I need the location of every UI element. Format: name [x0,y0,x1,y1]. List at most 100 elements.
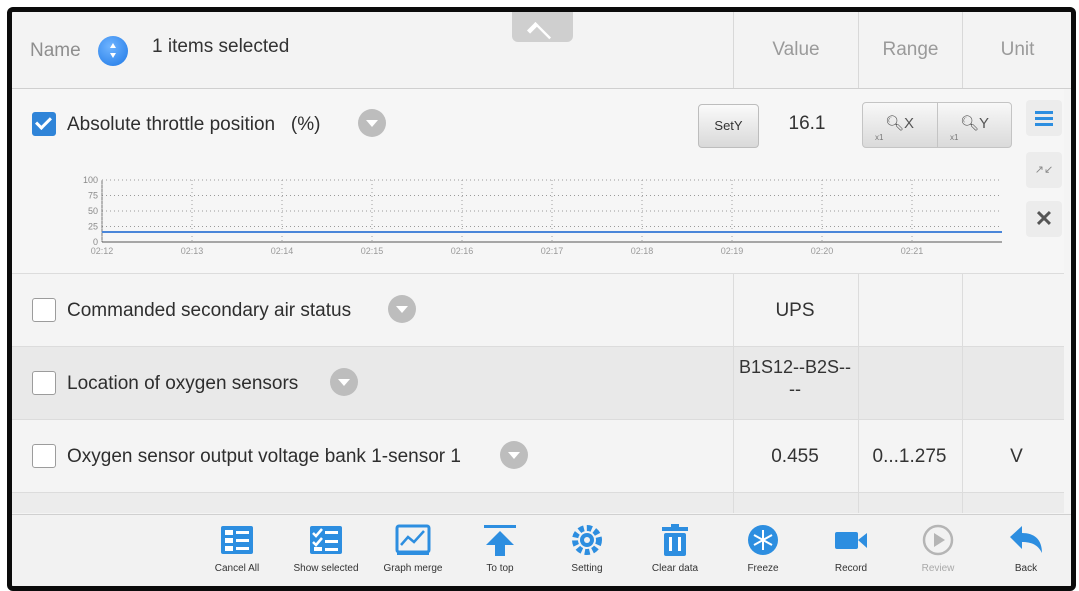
graph-merge-button[interactable]: Graph merge [372,515,454,586]
selection-count: 1 items selected [152,36,290,57]
parameter-name: Oxygen sensor output voltage bank 1-sens… [67,446,461,467]
x-tick-label: 02:19 [721,246,744,256]
parameter-name: Absolute throttle position [67,114,276,135]
zoom-x-label: X [904,115,915,132]
list-item-oxygen-voltage[interactable]: Oxygen sensor output voltage bank 1-sens… [12,420,1064,493]
setting-button[interactable]: Setting [558,515,616,586]
column-divider [733,420,734,492]
clear-data-icon [662,524,688,556]
zoom-x-button[interactable]: 🔍︎X x1 [863,103,937,147]
list-item-throttle[interactable]: Absolute throttle position (%) SetY 16.1… [12,89,1064,274]
zoom-x-icon: 🔍︎X [885,115,915,132]
header-bar: Name 1 items selected Value Range Unit [12,12,1071,89]
clear-data-label: Clear data [651,563,699,574]
to-top-icon [484,525,516,556]
x-tick-label: 02:18 [631,246,654,256]
y-tick-label: 50 [88,206,98,216]
x-tick-label: 02:20 [811,246,834,256]
review-label: Review [921,563,955,574]
unit-column-header: Unit [962,12,1071,88]
list-item-partial [12,493,1064,513]
parameter-unit-suffix: (%) [290,114,321,135]
freeze-label: Freeze [747,563,779,574]
column-divider [962,420,963,492]
setting-icon [572,525,602,555]
record-button[interactable]: Record [820,515,882,586]
info-dropdown-icon[interactable] [358,109,386,137]
cancel-all-label: Cancel All [214,563,260,574]
to-top-label: To top [486,563,514,574]
menu-icon[interactable] [1026,100,1062,136]
x-tick-label: 02:17 [541,246,564,256]
value-cell-continued: -- [789,379,801,399]
list-item-oxygen-location[interactable]: Location of oxygen sensors B1S12--B2S-- … [12,347,1064,420]
y-tick-label: 75 [88,191,98,201]
expand-icon[interactable]: ↗↙ [1026,152,1062,188]
column-divider [858,347,859,419]
back-icon [1010,526,1042,553]
cancel-all-icon [221,526,253,554]
throttle-line-chart: 100755025002:12 02:13 02:14 02:15 02:16 02:17… [83,175,1002,256]
checkbox[interactable] [32,371,56,395]
graph-merge-label: Graph merge [383,563,443,574]
column-divider [962,347,963,419]
zoom-y-icon: 🔍︎Y [960,115,990,132]
checkbox-checked[interactable] [32,112,56,136]
freeze-button[interactable]: Freeze [734,515,792,586]
column-divider [733,493,734,513]
column-divider [858,274,859,346]
column-divider [858,420,859,492]
parameter-name: Location of oxygen sensors [67,373,299,394]
set-y-button[interactable]: SetY [698,104,759,148]
show-selected-icon [310,526,342,554]
range-cell: 0...1.275 [872,446,947,467]
review-button[interactable]: Review [908,515,968,586]
x-tick-label: 02:16 [451,246,474,256]
info-dropdown-icon[interactable] [388,295,416,323]
range-column-header: Range [858,12,962,88]
column-divider [858,493,859,513]
list-item-secondary-air[interactable]: Commanded secondary air status UPS [12,274,1064,347]
x-tick-label: 02:21 [901,246,924,256]
app-frame: Name 1 items selected Value Range Unit A… [7,7,1076,591]
column-divider [962,274,963,346]
to-top-button[interactable]: To top [472,515,528,586]
x-tick-label: 02:14 [271,246,294,256]
graph-merge-icon [395,524,431,555]
back-button[interactable]: Back [998,515,1054,586]
value-cell: 16.1 [788,113,826,134]
cancel-all-button[interactable]: Cancel All [204,515,270,586]
zoom-y-button[interactable]: 🔍︎Y x1 [937,103,1012,147]
zoom-y-level: x1 [950,133,959,142]
column-divider [733,347,734,419]
show-selected-button[interactable]: Show selected [280,515,372,586]
value-cell: B1S12--B2S-- [738,357,852,377]
value-cell: UPS [775,300,815,321]
x-tick-label: 02:12 [91,246,114,256]
clear-data-button[interactable]: Clear data [640,515,710,586]
info-dropdown-icon[interactable] [500,441,528,469]
x-tick-label: 02:15 [361,246,384,256]
name-column-label: Name [30,40,81,61]
back-label: Back [1014,563,1038,574]
sort-icon[interactable] [98,36,128,66]
unit-cell: V [1010,446,1023,467]
zoom-y-label: Y [979,115,990,132]
collapse-chevron-icon[interactable] [512,12,573,42]
column-divider [733,274,734,346]
column-divider [962,493,963,513]
x-tick-label: 02:13 [181,246,204,256]
checkbox[interactable] [32,444,56,468]
record-label: Record [834,563,868,574]
parameter-label: Absolute throttle position (%) [67,114,320,136]
checkbox[interactable] [32,298,56,322]
record-icon [835,532,867,549]
value-cell: 0.455 [771,446,819,467]
setting-label: Setting [571,563,603,574]
close-graph-icon[interactable]: ✕ [1026,201,1062,237]
review-icon [922,524,954,556]
freeze-icon [748,525,778,555]
info-dropdown-icon[interactable] [330,368,358,396]
parameter-name: Commanded secondary air status [67,300,352,321]
bottom-toolbar: Cancel All Show selected Graph merge To … [12,514,1071,586]
